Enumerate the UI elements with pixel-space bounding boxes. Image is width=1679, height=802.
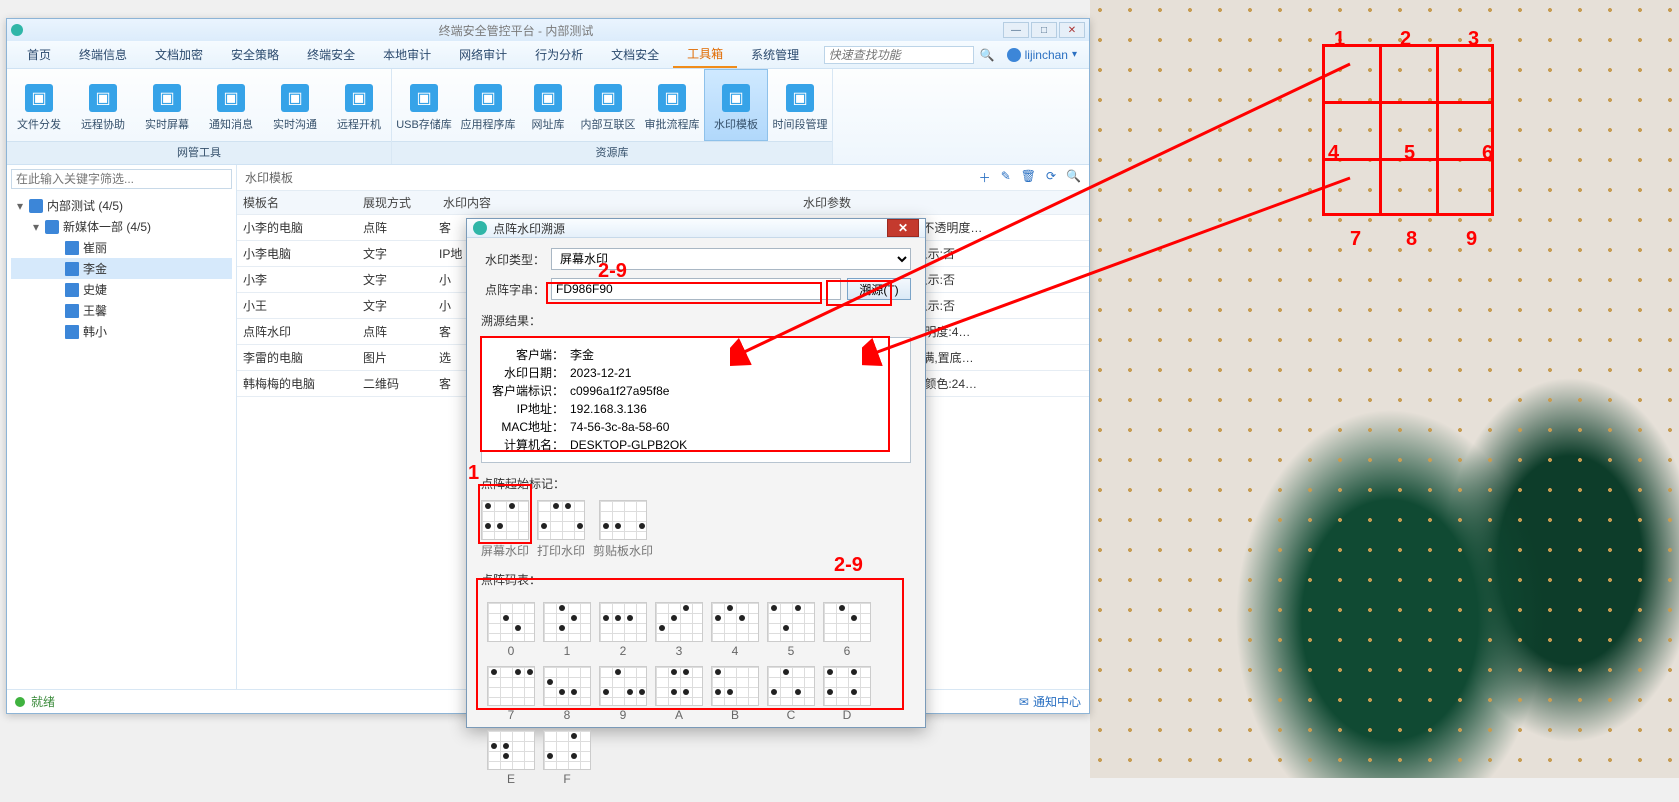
code-label: 点阵字串： <box>481 281 545 298</box>
menu-item[interactable]: 本地审计 <box>369 42 445 67</box>
status-text: 就绪 <box>31 693 55 710</box>
maximize-button[interactable]: □ <box>1031 22 1057 38</box>
code-item: 5 <box>767 602 815 658</box>
column-header[interactable]: 模板名 <box>237 194 363 211</box>
close-button[interactable]: ✕ <box>1059 22 1085 38</box>
tree-user[interactable]: 崔丽 <box>11 237 232 258</box>
ribbon-icon: ▣ <box>474 84 502 112</box>
ribbon-button[interactable]: ▣远程开机 <box>327 69 391 141</box>
mark-item[interactable]: 打印水印 <box>537 500 585 559</box>
ribbon-icon: ▣ <box>345 84 373 112</box>
code-item: 4 <box>711 602 759 658</box>
ribbon-icon: ▣ <box>153 84 181 112</box>
breadcrumb: 水印模板 <box>245 169 293 186</box>
dialog-title: 点阵水印溯源 <box>493 220 565 237</box>
tree-user[interactable]: 李金 <box>11 258 232 279</box>
ribbon-button[interactable]: ▣网址库 <box>520 69 576 141</box>
org-icon <box>29 199 43 213</box>
ribbon-button[interactable]: ▣应用程序库 <box>456 69 520 141</box>
window-title: 终端安全管控平台 - 内部测试 <box>29 22 1003 39</box>
tree-user[interactable]: 韩小 <box>11 321 232 342</box>
pc-icon <box>65 325 79 339</box>
menu-item[interactable]: 终端安全 <box>293 42 369 67</box>
type-label: 水印类型： <box>481 251 545 268</box>
org-icon <box>45 220 59 234</box>
code-item: 8 <box>543 666 591 722</box>
ribbon-icon: ▣ <box>89 84 117 112</box>
menu-item[interactable]: 工具箱 <box>673 41 737 68</box>
menu-item[interactable]: 终端信息 <box>65 42 141 67</box>
code-item: C <box>767 666 815 722</box>
ribbon-button[interactable]: ▣通知消息 <box>199 69 263 141</box>
ribbon-icon: ▣ <box>594 84 622 112</box>
sidebar-filter-input[interactable] <box>11 169 232 189</box>
tree-root[interactable]: ▾内部测试 (4/5) <box>11 195 232 216</box>
code-item: A <box>655 666 703 722</box>
code-item: B <box>711 666 759 722</box>
ribbon-button[interactable]: ▣文件分发 <box>7 69 71 141</box>
org-tree: ▾内部测试 (4/5) ▾新媒体一部 (4/5) 崔丽李金史婕王馨韩小 <box>7 193 236 344</box>
code-item: 9 <box>599 666 647 722</box>
ribbon-icon: ▣ <box>281 84 309 112</box>
dialog-logo-icon <box>473 221 487 235</box>
tree-dept[interactable]: ▾新媒体一部 (4/5) <box>11 216 232 237</box>
column-header[interactable]: 展现方式 <box>363 194 439 211</box>
pc-icon <box>65 304 79 318</box>
tree-user[interactable]: 史婕 <box>11 279 232 300</box>
pc-icon <box>65 241 79 255</box>
mail-icon: ✉ <box>1019 695 1029 709</box>
result-line: IP地址：192.168.3.136 <box>492 400 900 418</box>
ribbon-icon: ▣ <box>658 84 686 112</box>
notification-center[interactable]: ✉通知中心 <box>1019 693 1081 710</box>
code-item: 7 <box>487 666 535 722</box>
code-item: 6 <box>823 602 871 658</box>
menu-item[interactable]: 文档安全 <box>597 42 673 67</box>
ribbon-button[interactable]: ▣实时屏幕 <box>135 69 199 141</box>
status-dot-icon <box>15 697 25 707</box>
mark-item[interactable]: 屏幕水印 <box>481 500 529 559</box>
ribbon-group-label-1: 网管工具 <box>7 141 391 164</box>
result-line: 客户端标识：c0996a1f27a95f8e <box>492 382 900 400</box>
ribbon-button[interactable]: ▣审批流程库 <box>640 69 704 141</box>
ribbon-icon: ▣ <box>534 84 562 112</box>
titlebar: 终端安全管控平台 - 内部测试 — □ ✕ <box>7 19 1089 41</box>
marks-label: 点阵起始标记： <box>481 475 911 492</box>
result-line: 计算机名：DESKTOP-GLPB2OK <box>492 436 900 454</box>
ribbon-icon: ▣ <box>410 84 438 112</box>
code-item: D <box>823 666 871 722</box>
ribbon-button[interactable]: ▣内部互联区 <box>576 69 640 141</box>
minimize-button[interactable]: — <box>1003 22 1029 38</box>
ribbon-icon: ▣ <box>25 84 53 112</box>
mark-item[interactable]: 剪贴板水印 <box>593 500 653 559</box>
result-line: MAC地址：74-56-3c-8a-58-60 <box>492 418 900 436</box>
app-logo-icon <box>11 24 23 36</box>
tree-user[interactable]: 王馨 <box>11 300 232 321</box>
code-item: 1 <box>543 602 591 658</box>
pc-icon <box>65 283 79 297</box>
ribbon-icon: ▣ <box>217 84 245 112</box>
menu-item[interactable]: 首页 <box>13 42 65 67</box>
ribbon-button[interactable]: ▣实时沟通 <box>263 69 327 141</box>
menu-item[interactable]: 安全策略 <box>217 42 293 67</box>
pc-icon <box>65 262 79 276</box>
menu-item[interactable]: 文档加密 <box>141 42 217 67</box>
menu-item[interactable]: 网络审计 <box>445 42 521 67</box>
codes-label: 点阵码表： <box>481 571 911 588</box>
code-item: 2 <box>599 602 647 658</box>
code-item: 3 <box>655 602 703 658</box>
code-item: 0 <box>487 602 535 658</box>
menu-item[interactable]: 行为分析 <box>521 42 597 67</box>
ribbon-button[interactable]: ▣USB存储库 <box>392 69 456 141</box>
ribbon-button[interactable]: ▣远程协助 <box>71 69 135 141</box>
sidebar: ▾内部测试 (4/5) ▾新媒体一部 (4/5) 崔丽李金史婕王馨韩小 <box>7 165 237 689</box>
